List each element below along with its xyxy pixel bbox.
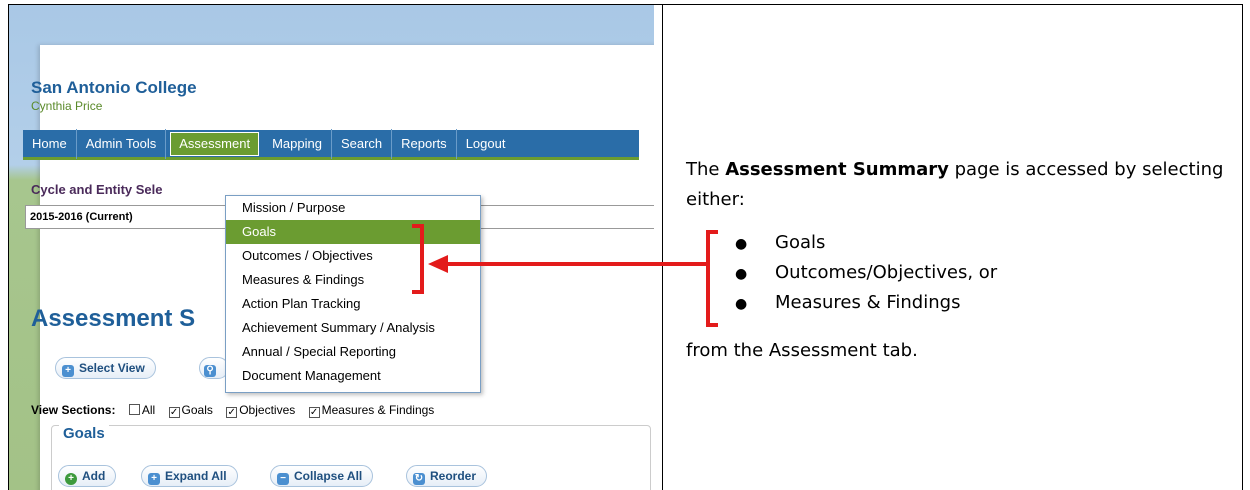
view-sections: View Sections: All ✓ Goals ✓ Objectives ✓ M… — [31, 403, 444, 418]
list-item: ● Outcomes/Objectives, or — [735, 258, 997, 288]
nav-assessment[interactable]: Assessment — [170, 131, 260, 156]
menu-item-achievement[interactable]: Achievement Summary / Analysis — [226, 316, 480, 340]
collapse-icon: − — [277, 473, 289, 485]
list-item: ● Measures & Findings — [735, 288, 997, 318]
select-view-button[interactable]: + Select View — [55, 357, 156, 379]
expand-icon: + — [148, 473, 160, 485]
main-nav: Home Admin Tools Assessment Mapping Sear… — [23, 128, 639, 160]
view-all-option[interactable]: All — [128, 403, 155, 417]
nav-mapping[interactable]: Mapping — [263, 128, 332, 159]
arrow-left-icon — [428, 255, 448, 273]
view-goals-option[interactable]: ✓ Goals — [168, 403, 213, 418]
annotation-arrow-line — [446, 262, 701, 266]
menu-item-goals[interactable]: Goals — [226, 220, 480, 244]
view-sections-label: View Sections: — [31, 403, 116, 417]
goals-section-title: Goals — [59, 425, 109, 442]
bullet-list: ● Goals ● Outcomes/Objectives, or ● Measure… — [735, 228, 997, 318]
user-name: Cynthia Price — [31, 99, 103, 113]
expand-all-button[interactable]: + Expand All — [141, 465, 238, 487]
reorder-button[interactable]: ↻ Reorder — [406, 465, 488, 487]
checked-checkbox-icon: ✓ — [168, 407, 180, 418]
cycle-label: Cycle and Entity Sele — [31, 182, 163, 197]
expand-icon: + — [62, 365, 74, 377]
nav-home[interactable]: Home — [23, 128, 77, 159]
view-objectives-option[interactable]: ✓ Objectives — [226, 403, 295, 418]
view-measures-option[interactable]: ✓ Measures & Findings — [308, 403, 434, 418]
assessment-menu: Mission / Purpose Goals Outcomes / Objec… — [225, 195, 481, 393]
add-icon: + — [65, 473, 77, 485]
bullet-icon: ● — [735, 266, 748, 282]
collapse-all-button[interactable]: − Collapse All — [270, 465, 374, 487]
bullet-icon: ● — [735, 236, 748, 252]
bracket-connector — [698, 262, 708, 266]
checked-checkbox-icon: ✓ — [308, 407, 320, 418]
add-button[interactable]: + Add — [58, 465, 117, 487]
menu-item-annual[interactable]: Annual / Special Reporting — [226, 340, 480, 364]
nav-reports[interactable]: Reports — [392, 128, 457, 159]
description-tail: from the Assessment tab. — [686, 340, 918, 361]
table-border-right — [1242, 4, 1243, 490]
nav-admin-tools[interactable]: Admin Tools — [77, 128, 167, 159]
bullet-bracket — [706, 230, 718, 327]
checkbox-icon — [128, 404, 140, 415]
nav-logout[interactable]: Logout — [457, 129, 515, 159]
menu-item-action-plan[interactable]: Action Plan Tracking — [226, 292, 480, 316]
search-icon: ⚲ — [204, 365, 216, 377]
org-name: San Antonio College — [31, 78, 197, 97]
menu-item-mission[interactable]: Mission / Purpose — [226, 196, 480, 220]
bullet-icon: ● — [735, 296, 748, 312]
page-title: Assessment S — [31, 305, 196, 332]
nav-search[interactable]: Search — [332, 128, 393, 159]
menu-item-documents[interactable]: Document Management — [226, 364, 480, 388]
reorder-icon: ↻ — [413, 473, 425, 485]
menu-bracket — [412, 224, 424, 294]
table-border-middle — [662, 4, 663, 490]
description-bold: Assessment Summary — [725, 159, 949, 180]
checked-checkbox-icon: ✓ — [226, 407, 238, 418]
description-text: The Assessment Summary page is accessed … — [686, 159, 1224, 210]
list-item: ● Goals — [735, 228, 997, 258]
